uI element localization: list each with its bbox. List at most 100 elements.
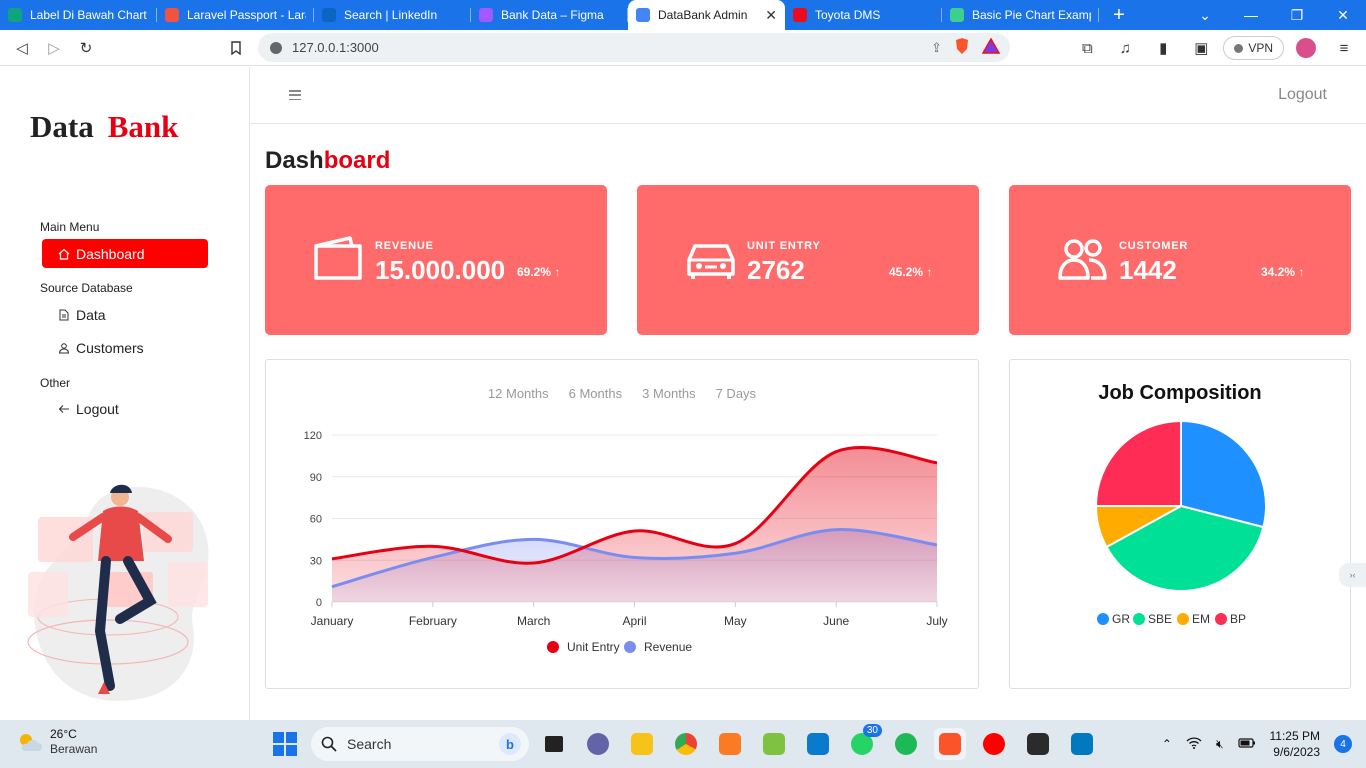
sidebar-toggle-icon[interactable]: ▮ (1147, 32, 1179, 64)
brave-taskbar-icon[interactable] (934, 728, 966, 760)
legend-label[interactable]: GR (1112, 612, 1130, 626)
terminal-icon[interactable] (1022, 728, 1054, 760)
wallet-browser-icon[interactable]: ▣ (1185, 32, 1217, 64)
wifi-icon[interactable] (1186, 736, 1202, 752)
youtube-music-icon[interactable] (978, 728, 1010, 760)
xampp-icon[interactable] (714, 728, 746, 760)
sidebar-item-label: Logout (76, 400, 119, 417)
browser-tab[interactable]: Bank Data – Figma (471, 0, 628, 30)
sidebar-item-customers[interactable]: Customers (42, 333, 208, 362)
legend-label[interactable]: SBE (1148, 612, 1172, 626)
chevron-up-icon[interactable]: ⌃ (1162, 737, 1172, 751)
task-view-icon[interactable] (538, 728, 570, 760)
profile-avatar[interactable] (1290, 32, 1322, 64)
wallet-icon (314, 236, 362, 280)
legend-label[interactable]: Unit Entry (567, 640, 620, 654)
browser-tab-label: Toyota DMS (815, 8, 881, 22)
sidebar-item-dashboard[interactable]: Dashboard (42, 239, 208, 268)
browser-tab[interactable]: Search | LinkedIn (314, 0, 471, 30)
brave-rewards-icon[interactable] (981, 37, 1001, 57)
card-percentage: 45.2% ↑ (889, 265, 933, 279)
volume-muted-icon[interactable]: 🔇︎ (1216, 737, 1224, 752)
back-icon[interactable]: ◁ (6, 32, 38, 64)
system-clock[interactable]: 11:25 PM 9/6/2023 (1270, 728, 1320, 760)
tab-search-icon[interactable]: ⌄ (1182, 0, 1228, 30)
page-title-part1: Dash (265, 147, 324, 174)
sidebar-item-label: Dashboard (76, 245, 145, 262)
teams-icon[interactable] (582, 728, 614, 760)
customer-card[interactable]: CUSTOMER 1442 34.2% ↑ (1009, 185, 1351, 335)
revenue-card[interactable]: REVENUE 15.000.000 69.2% ↑ (265, 185, 607, 335)
y-tick-label: 120 (304, 430, 322, 442)
close-tab-icon[interactable]: ✕ (765, 7, 777, 24)
browser-tab[interactable]: DataBank Admin ✕ (628, 0, 785, 30)
forward-icon[interactable]: ▷ (38, 32, 70, 64)
vscode-icon[interactable] (802, 728, 834, 760)
file-explorer-icon[interactable] (626, 728, 658, 760)
share-icon[interactable]: ⇪ (931, 40, 942, 56)
media-icon[interactable]: ♫ (1109, 32, 1141, 64)
reload-icon[interactable]: ↻ (70, 32, 102, 64)
pie-slice-bp[interactable] (1094, 419, 1182, 507)
x-tick-label: July (926, 614, 947, 628)
legend-swatch (1097, 613, 1109, 625)
hamburger-menu-icon[interactable] (289, 90, 301, 100)
windows-taskbar: 26°C Berawan Search b 30 ⌃ 🔇︎ 11:25 PM 9… (0, 720, 1366, 768)
menu-icon[interactable]: ≡ (1328, 32, 1360, 64)
extensions-icon[interactable]: ⧉ (1071, 32, 1103, 64)
arrow-up-icon: ↑ (926, 265, 933, 279)
legend-label[interactable]: EM (1192, 612, 1210, 626)
maximize-icon[interactable]: ❐ (1274, 0, 1320, 30)
url-text: 127.0.0.1:3000 (292, 40, 379, 55)
weather-widget[interactable]: 26°C Berawan (16, 727, 97, 756)
site-info-icon[interactable] (270, 41, 282, 54)
page-title-part2: board (323, 147, 391, 174)
partly-cloudy-icon (20, 733, 42, 751)
user-icon (58, 342, 70, 354)
unit-entry-revenue-chart: 0 30 60 90 120 January February March April May Ju… (304, 430, 948, 654)
legend-swatch (547, 641, 559, 653)
laravel-icon (165, 8, 179, 22)
whatsapp-icon[interactable]: 30 (846, 724, 882, 760)
weather-status: Berawan (50, 742, 98, 756)
taskbar-search[interactable]: Search b (311, 727, 529, 761)
chrome-icon[interactable] (670, 728, 702, 760)
windows-start-icon[interactable] (273, 732, 297, 756)
spotify-icon[interactable] (890, 728, 922, 760)
browser-tab[interactable]: Toyota DMS (785, 0, 942, 30)
battery-icon[interactable] (1237, 737, 1256, 751)
card-label: CUSTOMER (1119, 240, 1189, 252)
legend-label[interactable]: Revenue (644, 640, 692, 654)
bookmark-icon[interactable] (220, 32, 252, 64)
sidebar-item-logout[interactable]: Logout (42, 394, 208, 423)
data-bank-logo[interactable]: Data Bank (30, 109, 178, 145)
chatgpt-icon (8, 8, 22, 22)
temperature: 26°C (50, 727, 77, 741)
browser-tab-bar: Label Di Bawah Chart Laravel Passport - L… (0, 0, 1366, 30)
taskbar-search-label: Search (347, 736, 392, 752)
sidebar-item-data[interactable]: Data (42, 300, 208, 329)
notepad-plus-icon[interactable] (758, 728, 790, 760)
linkedin-icon (322, 8, 336, 22)
minimize-icon[interactable]: — (1228, 0, 1274, 30)
card-percentage: 69.2% ↑ (517, 265, 561, 279)
browser-tab[interactable]: Label Di Bawah Chart (0, 0, 157, 30)
vpn-button[interactable]: VPN (1223, 36, 1284, 60)
new-tab-button[interactable]: + (1099, 0, 1139, 30)
logout-link[interactable]: Logout (1278, 86, 1327, 104)
brave-shields-icon[interactable] (954, 37, 970, 58)
tab-strip: Label Di Bawah Chart Laravel Passport - L… (0, 0, 1099, 30)
close-window-icon[interactable]: ✕ (1320, 0, 1366, 30)
trello-icon[interactable] (1066, 728, 1098, 760)
unit-entry-card[interactable]: UNIT ENTRY 2762 45.2% ↑ (637, 185, 979, 335)
legend-label[interactable]: BP (1230, 612, 1246, 626)
browser-tab[interactable]: Basic Pie Chart Exampl (942, 0, 1099, 30)
side-panel-handle[interactable]: ›‹ (1339, 563, 1366, 587)
browser-tab-label: DataBank Admin (658, 8, 748, 22)
browser-tab[interactable]: Laravel Passport - Lara (157, 0, 314, 30)
address-bar[interactable]: 127.0.0.1:3000 ⇪ (258, 33, 1010, 62)
x-tick-label: June (823, 614, 849, 628)
bing-icon[interactable]: b (499, 733, 521, 755)
job-composition-pie-chart: GR SBE EM BP (1094, 419, 1267, 626)
notification-badge[interactable]: 4 (1334, 735, 1352, 753)
